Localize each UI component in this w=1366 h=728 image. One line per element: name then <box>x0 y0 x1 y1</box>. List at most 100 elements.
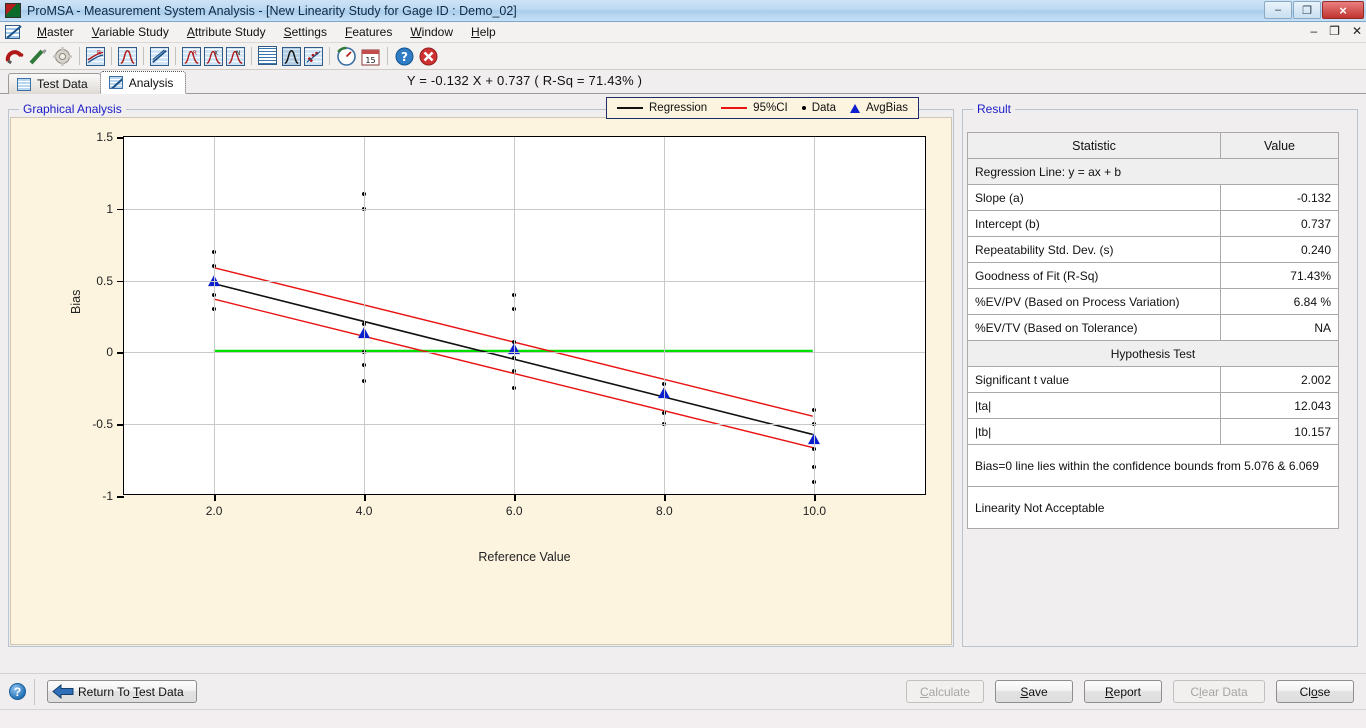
table-row: Regression Line: y = ax + b <box>967 158 1339 185</box>
mdi-minimize-button[interactable]: – <box>1310 24 1317 38</box>
plot-card: Y = -0.132 X + 0.737 ( R-Sq = 71.43% ) R… <box>10 73 952 645</box>
row-value: NA <box>1220 314 1339 341</box>
exit-icon[interactable] <box>418 46 439 67</box>
toolbar-separator <box>251 47 252 65</box>
grid-line-vertical <box>814 137 816 494</box>
back-arrow-icon <box>52 684 74 699</box>
menu-item-settings[interactable]: Settings <box>275 23 336 41</box>
tab-test-data[interactable]: Test Data <box>8 73 101 94</box>
column-header-statistic: Statistic <box>967 132 1221 159</box>
close-button[interactable]: × <box>1322 1 1364 19</box>
y-axis-tick-label: 1 <box>106 201 113 216</box>
menu-item-help[interactable]: Help <box>462 23 505 41</box>
linearity-chart: Y = -0.132 X + 0.737 ( R-Sq = 71.43% ) R… <box>11 73 951 644</box>
save-button[interactable]: Save <box>995 680 1073 703</box>
row-value: 0.737 <box>1220 210 1339 237</box>
mdi-close-button[interactable]: ✕ <box>1352 24 1362 38</box>
row-label: Repeatability Std. Dev. (s) <box>967 236 1221 263</box>
gauge-icon[interactable] <box>336 46 357 67</box>
note-label: Linearity Not Acceptable <box>967 486 1339 529</box>
clear-data-button[interactable]: Clear Data <box>1173 680 1265 703</box>
svg-text:N: N <box>236 51 240 57</box>
legend-item-regression: Regression <box>617 102 707 114</box>
row-value: 10.157 <box>1220 418 1339 445</box>
scatter-chart-icon[interactable] <box>304 46 323 66</box>
return-to-test-data-button[interactable]: Return To Test Data <box>47 680 197 703</box>
window-title: ProMSA - Measurement System Analysis - [… <box>27 3 517 18</box>
legend-swatch-regression <box>617 107 643 109</box>
menu-bar: Master Variable Study Attribute Study Se… <box>0 22 1366 43</box>
distribution-chart-icon[interactable] <box>118 46 137 66</box>
calculate-button[interactable]: Calculate <box>906 680 984 703</box>
row-label: %EV/TV (Based on Tolerance) <box>967 314 1221 341</box>
x-axis-tick <box>364 494 366 501</box>
help-icon[interactable]: ? <box>394 46 415 67</box>
app-logo-icon <box>5 3 21 18</box>
column-header-value: Value <box>1220 132 1339 159</box>
menu-item-features[interactable]: Features <box>336 23 401 41</box>
tab-test-data-label: Test Data <box>37 77 88 91</box>
x-axis-title: Reference Value <box>478 550 571 564</box>
result-panel: Result Statistic Value Regression Line: … <box>962 102 1358 647</box>
menu-item-attribute-study[interactable]: Attribute Study <box>178 23 275 41</box>
svg-text:R: R <box>193 51 197 57</box>
table-row: Bias=0 line lies within the confidence b… <box>967 444 1339 487</box>
data-grid-icon[interactable] <box>258 45 279 67</box>
table-row: |tb| 10.157 <box>967 418 1339 445</box>
y-axis-tick <box>117 137 124 139</box>
svg-text:R: R <box>97 49 102 56</box>
calendar-icon[interactable]: 15 <box>360 46 381 67</box>
menu-item-window[interactable]: Window <box>401 23 462 41</box>
y-axis-title: Bias <box>69 289 83 314</box>
legend-item-data: Data <box>801 102 836 114</box>
help-icon[interactable]: ? <box>9 683 26 700</box>
toolbar-separator <box>329 47 330 65</box>
row-value: -0.132 <box>1220 184 1339 211</box>
report-button[interactable]: Report <box>1084 680 1162 703</box>
legend-label-avgbias: AvgBias <box>866 102 908 114</box>
linearity-chart-icon[interactable] <box>150 46 169 66</box>
legend-swatch-ci <box>721 107 748 109</box>
table-row: Goodness of Fit (R-Sq) 71.43% <box>967 262 1339 289</box>
result-legend: Result <box>977 102 1012 116</box>
table-row: |ta| 12.043 <box>967 392 1339 419</box>
mdi-restore-button[interactable]: ❐ <box>1329 24 1340 38</box>
tab-analysis[interactable]: Analysis <box>99 71 187 94</box>
grid-line-horizontal <box>124 208 925 210</box>
y-axis-tick <box>117 352 124 354</box>
y-axis-tick <box>117 496 124 498</box>
row-value: 12.043 <box>1220 392 1339 419</box>
regression-chart-icon[interactable]: R <box>86 46 105 66</box>
row-value: 0.240 <box>1220 236 1339 263</box>
menu-item-variable-study[interactable]: Variable Study <box>83 23 178 41</box>
menu-item-master[interactable]: Master <box>28 23 83 41</box>
chart-legend: Regression 95%CI Data AvgBias <box>606 97 919 119</box>
mdi-document-icon <box>5 25 20 39</box>
gear-icon[interactable] <box>52 46 73 67</box>
close-button-footer[interactable]: Close <box>1276 680 1354 703</box>
legend-label-data: Data <box>811 102 836 114</box>
magnet-icon[interactable] <box>4 46 25 67</box>
row-label: Intercept (b) <box>967 210 1221 237</box>
chart-icon <box>108 76 123 89</box>
range-chart-r-icon[interactable]: R <box>182 46 201 66</box>
legend-swatch-avgbias <box>850 103 860 113</box>
anova-chart-icon[interactable] <box>282 46 301 66</box>
pencil-icon[interactable] <box>28 46 49 67</box>
legend-swatch-data <box>801 106 806 110</box>
table-row: Repeatability Std. Dev. (s) 0.240 <box>967 236 1339 263</box>
x-axis-tick <box>514 494 516 501</box>
xbar-chart-icon[interactable]: X <box>204 46 223 66</box>
row-value: 2.002 <box>1220 366 1339 393</box>
x-axis-tick <box>664 494 666 501</box>
grid-line-horizontal <box>124 424 925 426</box>
x-axis-tick-label: 2.0 <box>205 504 223 518</box>
section-label: Hypothesis Test <box>967 340 1339 367</box>
minimize-button[interactable]: – <box>1264 1 1292 19</box>
grid-line-vertical <box>214 137 216 494</box>
np-chart-icon[interactable]: N <box>226 46 245 66</box>
x-axis-tick <box>814 494 816 501</box>
x-axis-tick-label: 10.0 <box>802 504 827 518</box>
restore-button[interactable]: ❐ <box>1293 1 1321 19</box>
table-row: %EV/TV (Based on Tolerance) NA <box>967 314 1339 341</box>
